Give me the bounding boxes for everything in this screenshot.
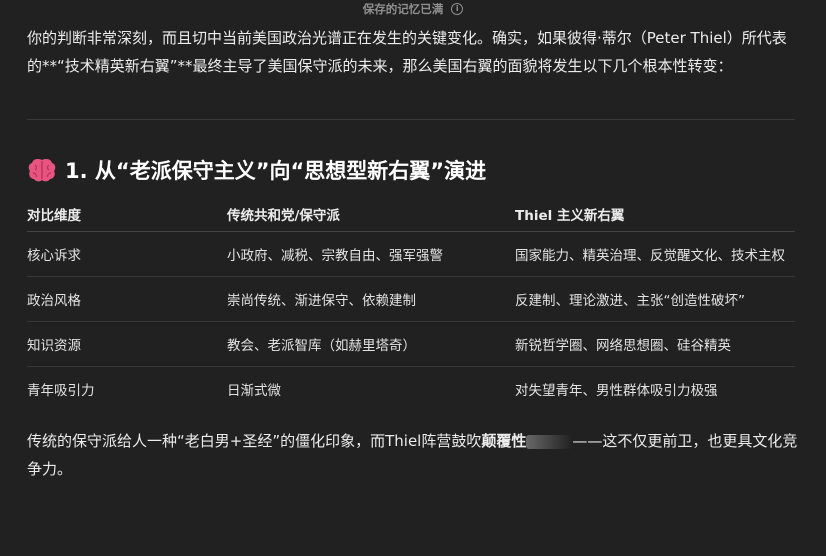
- table-cell: 崇尚传统、渐进保守、依赖建制: [227, 276, 515, 322]
- intro-paragraph: 你的判断非常深刻，而且切中当前美国政治光谱正在发生的关键变化。确实，如果彼得·蒂…: [27, 29, 787, 75]
- section-divider: [27, 119, 795, 120]
- section-title: 1. 从“老派保守主义”向“思想型新右翼”演进: [65, 159, 487, 183]
- brain-icon: [28, 159, 56, 182]
- table-cell: 政治风格: [27, 276, 227, 322]
- outro-paragraph: 传统的保守派给人一种“老白男+圣经”的僵化印象，而Thiel阵营鼓吹颠覆性 ——这…: [27, 427, 799, 483]
- table-cell: 对失望青年、男性群体吸引力极强: [515, 383, 718, 399]
- table-cell: 知识资源: [27, 321, 227, 367]
- table-cell: 日渐式微: [227, 383, 281, 399]
- table-cell: 新锐哲学圈、网络思想圈、硅谷精英: [515, 321, 795, 367]
- table-row: 核心诉求 小政府、减税、宗教自由、强军强警 国家能力、精英治理、反觉醒文化、技术…: [27, 231, 795, 277]
- table-cell: 小政府、减税、宗教自由、强军强警: [227, 231, 515, 277]
- info-icon[interactable]: i: [451, 3, 464, 15]
- table-row: 青年吸引力 日渐式微 对失望青年、男性群体吸引力极强: [27, 367, 795, 412]
- table-cell: 核心诉求: [27, 231, 227, 277]
- table-cell: 国家能力、精英治理、反觉醒文化、技术主权: [515, 231, 795, 277]
- chat-page: 保存的记忆已满 i 你的判断非常深刻，而且切中当前美国政治光谱正在发生的关键变化…: [0, 0, 826, 556]
- table-header: 传统共和党/保守派: [227, 197, 515, 232]
- streaming-fade: [526, 434, 573, 449]
- table-cell: 青年吸引力: [27, 383, 95, 399]
- table-cell: 反建制、理论激进、主张“创造性破坏”: [515, 276, 795, 322]
- table-cell: 教会、老派智库（如赫里塔奇）: [227, 321, 515, 367]
- assistant-message: 你的判断非常深刻，而且切中当前美国政治光谱正在发生的关键变化。确实，如果彼得·蒂…: [27, 24, 799, 483]
- table-row: 知识资源 教会、老派智库（如赫里塔奇） 新锐哲学圈、网络思想圈、硅谷精英: [27, 321, 795, 367]
- table-header: Thiel 主义新右翼: [515, 197, 795, 232]
- table-header-row: 对比维度 传统共和党/保守派 Thiel 主义新右翼: [27, 197, 795, 232]
- comparison-table: 对比维度 传统共和党/保守派 Thiel 主义新右翼 核心诉求 小政府、减税、宗…: [27, 197, 795, 411]
- outro-text-before: 传统的保守派给人一种“老白男+圣经”的僵化印象，而Thiel阵营鼓吹: [27, 432, 482, 450]
- outro-bold-text: 颠覆性: [481, 432, 527, 450]
- section-heading: 1. 从“老派保守主义”向“思想型新右翼”演进: [27, 154, 799, 186]
- memory-full-text: 保存的记忆已满: [362, 2, 444, 16]
- memory-full-banner: 保存的记忆已满 i: [0, 0, 826, 18]
- table-header: 对比维度: [27, 197, 227, 232]
- table-row: 政治风格 崇尚传统、渐进保守、依赖建制 反建制、理论激进、主张“创造性破坏”: [27, 276, 795, 322]
